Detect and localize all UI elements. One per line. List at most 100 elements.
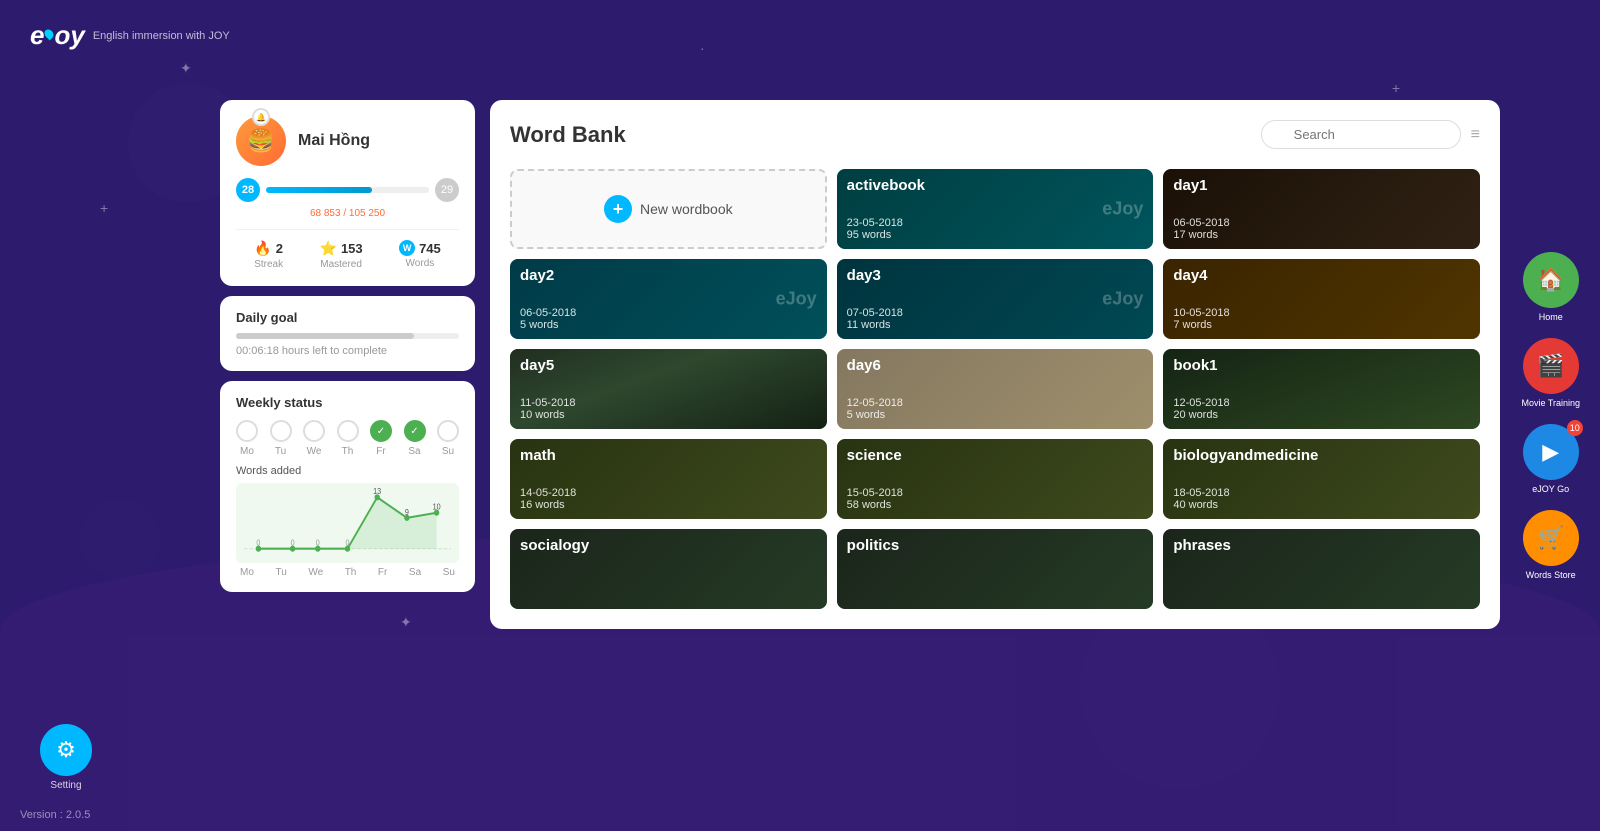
wordbook-card-day1[interactable]: day1 06-05-2018 17 words: [1163, 169, 1480, 249]
store-button[interactable]: 🛒: [1523, 510, 1579, 566]
svg-text:9: 9: [405, 507, 409, 517]
search-input[interactable]: [1261, 120, 1461, 149]
weekly-status-card: Weekly status Mo Tu We Th: [220, 381, 475, 592]
setting-button[interactable]: ⚙ Setting: [40, 724, 92, 791]
wordbook-card-day6[interactable]: day6 12-05-2018 5 words: [837, 349, 1154, 429]
left-panel: 🔔 🍔 Mai Hồng 28 2 9 68 853 / 105 250 🔥 2 …: [220, 100, 475, 592]
logo-subtitle: English immersion with JOY: [93, 30, 230, 42]
goal-bar-fill: [236, 333, 414, 339]
sidebar-item-store[interactable]: 🛒 Words Store: [1523, 510, 1579, 580]
day-item-tu: Tu: [270, 420, 292, 457]
day-item-fr: ✓ Fr: [370, 420, 392, 457]
day-circle-tu: [270, 420, 292, 442]
words-chart: 13 9 10 0 0 0 0: [236, 483, 459, 563]
goal-time: 00:06:18 hours left to complete: [236, 345, 459, 357]
wordbook-card-socialogy[interactable]: socialogy: [510, 529, 827, 609]
sidebar-item-movie[interactable]: 🎬 Movie Training: [1521, 338, 1580, 408]
go-badge: 10: [1567, 420, 1583, 436]
fire-icon: 🔥: [254, 240, 271, 257]
wordbook-card-math[interactable]: math 14-05-2018 16 words: [510, 439, 827, 519]
wordbook-card-phrases[interactable]: phrases: [1163, 529, 1480, 609]
star-icon: ⭐: [320, 240, 337, 257]
wordbook-card-day2[interactable]: eJoy day2 06-05-2018 5 words: [510, 259, 827, 339]
avatar: 🔔 🍔: [236, 116, 286, 166]
wordbook-card-book1[interactable]: book1 12-05-2018 20 words: [1163, 349, 1480, 429]
go-label: eJOY Go: [1532, 484, 1569, 494]
day-item-sa: ✓ Sa: [404, 420, 426, 457]
svg-text:0: 0: [291, 538, 295, 548]
day-circle-mo: [236, 420, 258, 442]
svg-text:13: 13: [373, 487, 381, 496]
store-icon: 🛒: [1537, 525, 1564, 551]
day-circle-we: [303, 420, 325, 442]
w-icon: W: [399, 240, 415, 256]
wordbook-card-biology[interactable]: biologyandmedicine 18-05-2018 40 words: [1163, 439, 1480, 519]
level-progress-bar: [266, 187, 429, 193]
store-label: Words Store: [1526, 570, 1576, 580]
wordbook-card-activebook[interactable]: eJoy activebook 23-05-2018 95 words: [837, 169, 1154, 249]
movie-button[interactable]: 🎬: [1523, 338, 1579, 394]
svg-text:0: 0: [316, 538, 320, 548]
word-bank-title: Word Bank: [510, 122, 626, 148]
profile-card: 🔔 🍔 Mai Hồng 28 29 68 853 / 105 250 🔥 2 …: [220, 100, 475, 286]
daily-goal-title: Daily goal: [236, 310, 459, 325]
go-button[interactable]: ▶ 10: [1523, 424, 1579, 480]
search-wrapper: 🔍: [1261, 120, 1461, 149]
day-circle-su: [437, 420, 459, 442]
wordbook-card-politics[interactable]: politics: [837, 529, 1154, 609]
svg-text:10: 10: [433, 502, 441, 512]
sidebar-item-go[interactable]: ▶ 10 eJOY Go: [1523, 424, 1579, 494]
version-text: Version : 2.0.5: [20, 809, 90, 821]
words-stat: W 745 Words: [399, 240, 441, 270]
streak-label: Streak: [254, 259, 283, 270]
day-item-su: Su: [437, 420, 459, 457]
level-badge-top: 🔔: [252, 108, 270, 126]
setting-circle: ⚙: [40, 724, 92, 776]
day-item-we: We: [303, 420, 325, 457]
wordbook-card-science[interactable]: science 15-05-2018 58 words: [837, 439, 1154, 519]
menu-icon[interactable]: ≡: [1471, 126, 1480, 144]
day-circle-fr: ✓: [370, 420, 392, 442]
wordbook-card-day5[interactable]: day5 11-05-2018 10 words: [510, 349, 827, 429]
level-current: 28: [236, 178, 260, 202]
logo: e oy English immersion with JOY: [30, 20, 230, 51]
right-sidebar: 🏠 Home 🎬 Movie Training ▶ 10 eJOY Go 🛒 W…: [1521, 252, 1580, 580]
days-row: Mo Tu We Th ✓ Fr ✓: [236, 420, 459, 457]
word-bank-header: Word Bank 🔍 ≡: [510, 120, 1480, 149]
wordbook-grid: + New wordbook eJoy activebook 23-05-201…: [510, 169, 1480, 609]
goal-progress-bar: [236, 333, 459, 339]
home-label: Home: [1539, 312, 1563, 322]
new-wordbook-label: New wordbook: [640, 201, 733, 217]
sidebar-item-home[interactable]: 🏠 Home: [1523, 252, 1579, 322]
search-row: 🔍 ≡: [1261, 120, 1480, 149]
movie-icon: 🎬: [1537, 353, 1564, 379]
words-label: Words: [406, 258, 435, 269]
xp-text: 68 853 / 105 250: [236, 208, 459, 219]
day-item-mo: Mo: [236, 420, 258, 457]
wordbook-card-day4[interactable]: day4 10-05-2018 7 words: [1163, 259, 1480, 339]
chart-days: Mo Tu We Th Fr Sa Su: [236, 567, 459, 578]
home-button[interactable]: 🏠: [1523, 252, 1579, 308]
streak-value: 2: [276, 241, 283, 256]
streak-stat: 🔥 2 Streak: [254, 240, 283, 270]
mastered-value: 153: [341, 241, 363, 256]
day-item-th: Th: [337, 420, 359, 457]
level-bar-fill: [266, 187, 372, 193]
new-wordbook-card[interactable]: + New wordbook: [510, 169, 827, 249]
go-icon: ▶: [1542, 439, 1559, 465]
svg-text:0: 0: [345, 538, 349, 548]
day-circle-sa: ✓: [404, 420, 426, 442]
home-icon: 🏠: [1537, 267, 1564, 293]
words-value: 745: [419, 241, 441, 256]
mastered-label: Mastered: [320, 259, 362, 270]
plus-icon: +: [604, 195, 632, 223]
mastered-stat: ⭐ 153 Mastered: [320, 240, 363, 270]
word-bank-panel: Word Bank 🔍 ≡ + New wordbook eJoy active…: [490, 100, 1500, 629]
gear-icon: ⚙: [56, 737, 76, 763]
daily-goal-card: Daily goal 00:06:18 hours left to comple…: [220, 296, 475, 371]
wordbook-card-day3[interactable]: eJoy day3 07-05-2018 11 words: [837, 259, 1154, 339]
movie-label: Movie Training: [1521, 398, 1580, 408]
setting-label: Setting: [50, 780, 81, 791]
username: Mai Hồng: [298, 132, 370, 150]
words-added-label: Words added: [236, 465, 459, 477]
